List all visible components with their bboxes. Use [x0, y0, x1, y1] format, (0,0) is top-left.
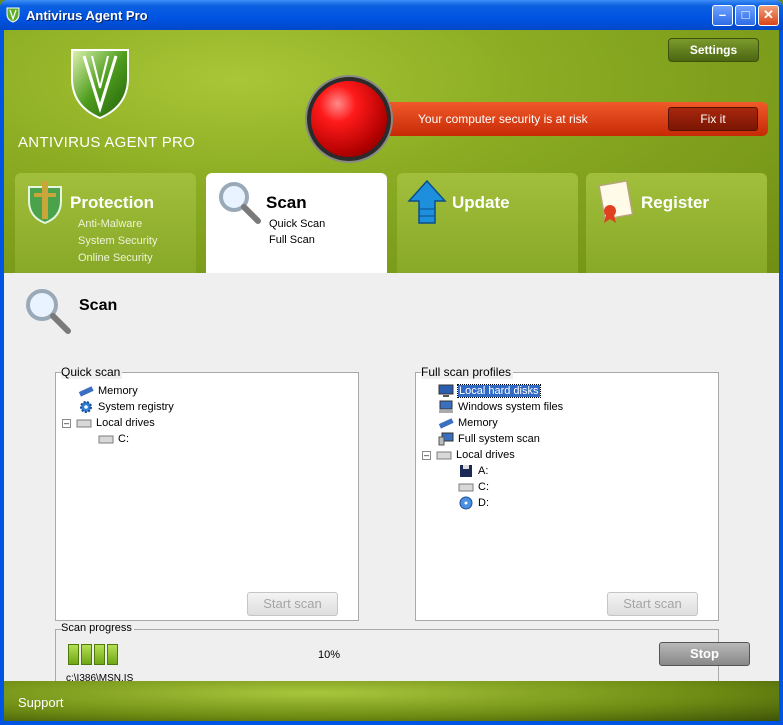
drive-icon [458, 483, 474, 492]
tab-title: Register [641, 193, 710, 212]
memory-icon [78, 386, 94, 397]
computer-icon [439, 400, 453, 414]
support-link[interactable]: Support [18, 695, 64, 710]
maximize-button[interactable]: □ [735, 5, 756, 26]
tree-item-memory[interactable]: Memory [438, 415, 563, 431]
tab-update[interactable]: Update [397, 173, 578, 273]
security-alert-bar: Your computer security is at risk Fix it [388, 102, 768, 136]
gear-icon [80, 401, 92, 414]
progress-percent: 10% [318, 649, 341, 661]
shield-logo-icon [71, 49, 129, 120]
update-arrow-icon [407, 179, 447, 224]
tree-item-drive-a[interactable]: A: [458, 463, 563, 479]
tab-subitem-online-security[interactable]: Online Security [78, 252, 153, 264]
collapse-toggle-icon[interactable]: – [422, 450, 431, 460]
full-scan-tree: Local hard disks Windows system files Me… [420, 383, 563, 511]
tree-item-local-drives[interactable]: – Local drives [422, 447, 563, 463]
title-bar: Antivirus Agent Pro – □ ✕ [0, 0, 783, 30]
drive-icon [76, 419, 92, 428]
group-label: Scan progress [61, 622, 134, 634]
progress-block [68, 644, 79, 665]
tab-title: Protection [70, 193, 155, 212]
collapse-toggle-icon[interactable]: – [62, 418, 71, 428]
tab-subitem-full-scan[interactable]: Full Scan [269, 234, 315, 246]
tree-item-local-hard-disks[interactable]: Local hard disks [438, 383, 563, 399]
tab-subitem-system-security[interactable]: System Security [78, 235, 157, 247]
page-title: Scan [79, 297, 118, 314]
group-label: Full scan profiles [421, 365, 514, 379]
quick-scan-group: Quick scan Memory System registry – Local… [55, 365, 359, 621]
app-content: ANTIVIRUS AGENT PRO Settings Your comput… [4, 30, 779, 721]
stop-button[interactable]: Stop [659, 642, 750, 666]
tree-item-local-drives[interactable]: – Local drives [62, 415, 174, 431]
drive-icon [436, 451, 452, 460]
progress-block [94, 644, 105, 665]
quick-scan-tree: Memory System registry – Local drives C: [60, 383, 174, 447]
tree-item-memory[interactable]: Memory [78, 383, 174, 399]
minimize-button[interactable]: – [712, 5, 733, 26]
tab-title: Scan [266, 193, 307, 212]
progress-block [107, 644, 118, 665]
tab-subitem-quick-scan[interactable]: Quick Scan [269, 218, 325, 230]
tab-title: Update [452, 193, 510, 212]
quick-start-scan-button[interactable]: Start scan [247, 592, 338, 616]
main-panel: Scan Quick scan Memory System registry –… [4, 273, 779, 690]
certificate-icon [598, 179, 634, 223]
drive-icon [98, 435, 114, 444]
window-title: Antivirus Agent Pro [26, 8, 148, 23]
full-start-scan-button[interactable]: Start scan [607, 592, 698, 616]
tree-item-full-system-scan[interactable]: Full system scan [438, 431, 563, 447]
full-scan-group: Full scan profiles Local hard disks Wind… [415, 365, 719, 621]
progress-block [81, 644, 92, 665]
tab-subitem-anti-malware[interactable]: Anti-Malware [78, 218, 142, 230]
alert-text: Your computer security is at risk [418, 112, 588, 126]
floppy-icon [460, 465, 472, 478]
tab-scan[interactable]: Scan Quick Scan Full Scan [206, 173, 387, 274]
brand-name: ANTIVIRUS AGENT PRO [18, 134, 196, 151]
alert-light-icon [307, 77, 391, 161]
header: ANTIVIRUS AGENT PRO Settings Your comput… [4, 30, 779, 274]
computer-icon [438, 432, 454, 446]
fix-it-button[interactable]: Fix it [668, 107, 758, 131]
tree-item-drive-d[interactable]: D: [458, 495, 563, 511]
memory-icon [438, 418, 454, 429]
tree-item-drive-c[interactable]: C: [98, 431, 174, 447]
group-label: Quick scan [61, 365, 123, 379]
magnifier-icon [26, 289, 71, 334]
cd-icon [459, 496, 473, 510]
magnifier-icon [219, 182, 261, 224]
protection-shield-icon [28, 181, 62, 225]
app-shield-icon [6, 7, 20, 23]
tree-item-drive-c[interactable]: C: [458, 479, 563, 495]
tree-item-system-registry[interactable]: System registry [78, 399, 174, 415]
monitor-icon [438, 384, 454, 398]
footer: Support [4, 681, 779, 721]
tree-item-windows-system-files[interactable]: Windows system files [438, 399, 563, 415]
tab-protection[interactable]: Protection Anti-Malware System Security … [15, 173, 196, 273]
close-button[interactable]: ✕ [758, 5, 779, 26]
tab-register[interactable]: Register [586, 173, 767, 273]
settings-button[interactable]: Settings [668, 38, 759, 62]
